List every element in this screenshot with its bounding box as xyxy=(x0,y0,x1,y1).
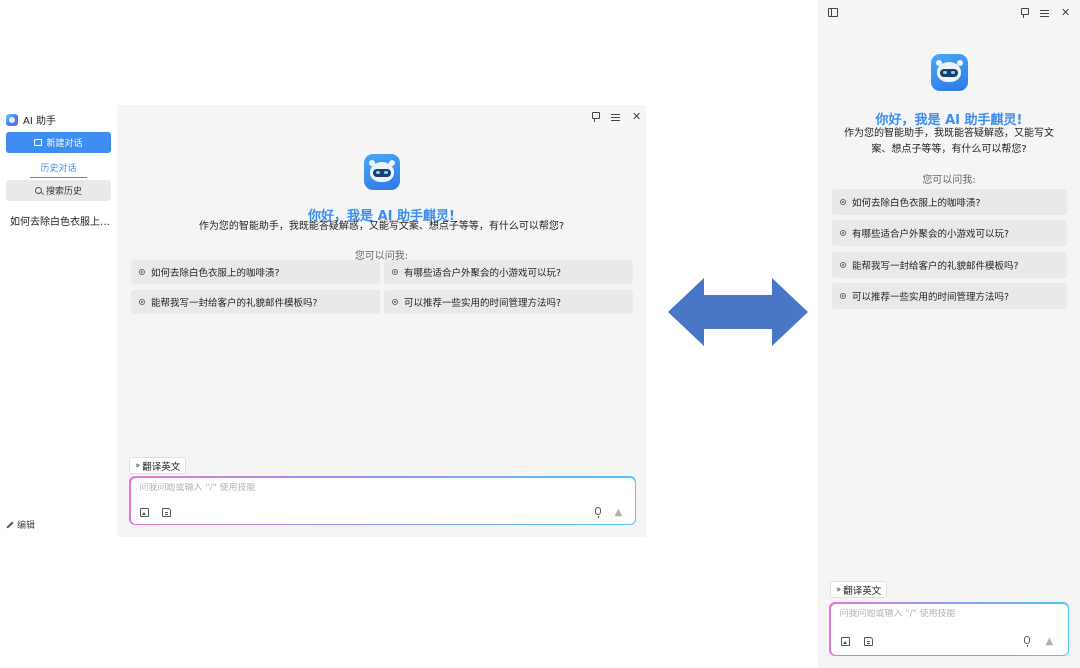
suggestion-icon xyxy=(840,293,846,299)
menu-icon[interactable] xyxy=(1040,9,1049,17)
suggestion-3[interactable]: 能帮我写一封给客户的礼貌邮件模板吗? xyxy=(832,252,1067,278)
skill-chevron-icon: ›› xyxy=(836,584,841,595)
chat-main: ✕ 你好，我是 AI 助手麒灵! 作为您的智能助手，我既能答疑解惑，又能写文案、… xyxy=(117,105,646,537)
side-panel-window: ✕ 你好，我是 AI 助手麒灵! 作为您的智能助手，我既能答疑解惑，又能写文案、… xyxy=(818,0,1080,668)
edit-button[interactable]: 编辑 xyxy=(6,518,35,531)
send-icon[interactable]: ▲ xyxy=(1046,636,1054,647)
suggestion-text: 有哪些适合户外聚会的小游戏可以玩? xyxy=(404,268,562,279)
window-controls: ✕ xyxy=(591,111,641,122)
file-icon[interactable] xyxy=(161,507,171,517)
file-icon[interactable] xyxy=(863,636,873,646)
new-chat-label: 新建对话 xyxy=(46,138,83,148)
new-chat-button[interactable]: 新建对话 xyxy=(6,132,111,153)
tab-history[interactable]: 历史对话 xyxy=(30,161,87,178)
suggestion-text: 有哪些适合户外聚会的小游戏可以玩? xyxy=(852,229,1010,240)
search-icon xyxy=(34,187,42,194)
suggestion-text: 可以推荐一些实用的时间管理方法吗? xyxy=(404,298,562,309)
suggestion-icon xyxy=(840,230,846,236)
suggestion-text: 可以推荐一些实用的时间管理方法吗? xyxy=(852,292,1010,303)
suggestion-icon xyxy=(139,299,145,305)
intro-text: 作为您的智能助手，我既能答疑解惑，又能写文案、想点子等等，有什么可以帮您? xyxy=(844,128,1054,155)
suggestion-icon xyxy=(840,262,846,268)
image-icon[interactable] xyxy=(840,636,850,646)
skill-chip-translate[interactable]: ›› 翻译英文 xyxy=(129,457,187,474)
send-icon[interactable]: ▲ xyxy=(615,507,623,518)
search-history-button[interactable]: 搜索历史 xyxy=(6,180,111,201)
mic-icon[interactable] xyxy=(1023,635,1030,647)
suggestion-text: 能帮我写一封给客户的礼貌邮件模板吗? xyxy=(151,298,318,309)
app-brand: AI 助手 xyxy=(6,112,56,127)
suggestion-text: 如何去除白色衣服上的咖啡渍? xyxy=(852,198,981,209)
app-title: AI 助手 xyxy=(23,116,56,127)
window-controls: ✕ xyxy=(1020,7,1070,18)
suggestion-2[interactable]: 有哪些适合户外聚会的小游戏可以玩? xyxy=(384,260,633,284)
chat-input[interactable] xyxy=(839,608,1059,619)
suggestion-icon xyxy=(840,199,846,205)
history-item[interactable]: 如何去除白色衣服上… xyxy=(10,213,110,228)
full-window: AI 助手 新建对话 历史对话 搜索历史 如何去除白色衣服上… 编辑 ✕ 你好，… xyxy=(0,105,646,537)
suggestion-text: 能帮我写一封给客户的礼貌邮件模板吗? xyxy=(852,261,1019,272)
edit-label: 编辑 xyxy=(17,521,36,531)
assistant-avatar xyxy=(931,54,968,91)
new-chat-icon xyxy=(34,139,43,146)
app-logo-icon xyxy=(6,113,18,126)
skill-chip-label: 翻译英文 xyxy=(142,461,181,473)
pin-icon[interactable] xyxy=(1020,8,1029,18)
pencil-icon xyxy=(6,520,14,529)
suggestion-icon xyxy=(392,269,398,275)
suggestion-4[interactable]: 可以推荐一些实用的时间管理方法吗? xyxy=(832,283,1067,309)
skill-chevron-icon: ›› xyxy=(135,460,140,471)
skill-chip-label: 翻译英文 xyxy=(843,585,882,597)
suggestion-icon xyxy=(139,269,145,275)
sidebar-toggle-icon[interactable] xyxy=(828,8,838,17)
mic-icon[interactable] xyxy=(594,506,601,518)
suggestion-3[interactable]: 能帮我写一封给客户的礼貌邮件模板吗? xyxy=(131,290,380,314)
suggestion-1[interactable]: 如何去除白色衣服上的咖啡渍? xyxy=(131,260,380,284)
suggestion-text: 如何去除白色衣服上的咖啡渍? xyxy=(151,268,280,279)
chat-input-box: ▲ xyxy=(129,476,636,525)
suggestion-1[interactable]: 如何去除白色衣服上的咖啡渍? xyxy=(832,189,1067,215)
suggestion-icon xyxy=(392,299,398,305)
sidebar: AI 助手 新建对话 历史对话 搜索历史 如何去除白色衣服上… 编辑 xyxy=(0,105,117,537)
close-icon[interactable]: ✕ xyxy=(1061,7,1070,18)
suggestion-4[interactable]: 可以推荐一些实用的时间管理方法吗? xyxy=(384,290,633,314)
close-icon[interactable]: ✕ xyxy=(632,111,641,122)
suggestion-2[interactable]: 有哪些适合户外聚会的小游戏可以玩? xyxy=(832,220,1067,246)
image-icon[interactable] xyxy=(139,507,149,517)
skill-chip-translate[interactable]: ›› 翻译英文 xyxy=(830,581,888,598)
chat-input-box: ▲ xyxy=(829,602,1069,656)
double-arrow-icon xyxy=(668,278,808,346)
pin-icon[interactable] xyxy=(591,112,600,122)
ask-label: 您可以问我: xyxy=(922,175,976,186)
search-history-label: 搜索历史 xyxy=(45,186,82,196)
chat-input[interactable] xyxy=(139,482,626,493)
menu-icon[interactable] xyxy=(611,113,620,121)
intro-text: 作为您的智能助手，我既能答疑解惑，又能写文案、想点子等等，有什么可以帮您? xyxy=(198,221,565,232)
assistant-avatar xyxy=(364,154,400,190)
